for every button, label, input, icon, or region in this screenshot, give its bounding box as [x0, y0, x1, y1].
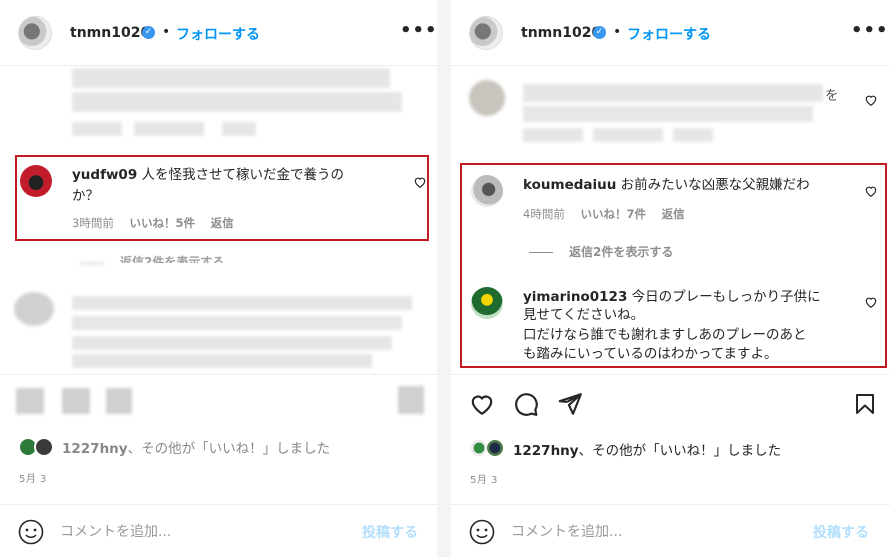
- commenter-avatar[interactable]: [471, 287, 503, 319]
- separator-dot: •: [613, 24, 622, 40]
- post-date: 5月 3: [19, 474, 47, 485]
- blurred-text: [72, 122, 122, 136]
- like-comment-heart-icon[interactable]: [413, 175, 427, 189]
- likes-summary: 1227hny、その他が「いいね！」しました: [513, 439, 781, 459]
- blurred-comment-icon: [62, 388, 90, 414]
- post-header: tnmn1020 ✓ • フォローする •••: [451, 0, 890, 66]
- reply-button[interactable]: 返信: [662, 207, 685, 221]
- blurred-avatar: [469, 80, 505, 116]
- likes-username[interactable]: 1227hny: [62, 441, 128, 457]
- blurred-like-icon: [16, 388, 44, 414]
- likes-summary: 1227hny、その他が「いいね！」しました: [62, 437, 330, 457]
- author-username[interactable]: tnmn1020: [521, 25, 601, 41]
- blurred-text: [72, 92, 402, 112]
- like-comment-heart-icon[interactable]: [864, 184, 878, 198]
- comment-meta: 3時間前 いいね！5件 返信: [72, 215, 246, 231]
- comment-likes[interactable]: いいね！7件: [580, 207, 646, 221]
- blurred-text: [673, 128, 713, 142]
- like-comment-heart-icon[interactable]: [864, 93, 878, 107]
- comment-bar: 投稿する: [0, 504, 437, 557]
- post-header: tnmn1020 ✓ • フォローする •••: [0, 0, 437, 66]
- blurred-text: [72, 296, 412, 310]
- blurred-text: [523, 84, 823, 102]
- view-replies-partial[interactable]: 返信2件を表示する: [120, 253, 224, 263]
- comment-text-line2: 見せてくださいね。: [523, 307, 645, 323]
- comment-input[interactable]: [511, 521, 791, 543]
- comment-username[interactable]: yudfw09: [72, 167, 137, 183]
- blurred-text: [222, 122, 256, 136]
- comment-text-line3: 口だけなら誰でも謝れますしあのプレーのあと: [523, 327, 807, 343]
- liker-avatar: [34, 437, 54, 457]
- share-send-icon[interactable]: [557, 391, 583, 417]
- blurred-text: [134, 122, 204, 136]
- partial-text: を: [825, 88, 839, 104]
- comment-text-line2: か？: [72, 188, 99, 204]
- like-heart-icon[interactable]: [469, 391, 495, 417]
- comment-meta: 4時間前 いいね！7件 返信: [523, 206, 697, 222]
- emoji-icon[interactable]: [469, 519, 495, 545]
- panel-divider: [437, 0, 451, 557]
- more-options-icon[interactable]: •••: [400, 20, 437, 41]
- action-divider: [0, 374, 437, 375]
- likes-suffix: 、その他が「いいね！」しました: [127, 441, 331, 457]
- follow-button[interactable]: フォローする: [627, 24, 711, 44]
- blurred-save-icon: [398, 386, 424, 414]
- comment-text-line1: 今日のプレーもしっかり子供に: [631, 289, 821, 305]
- comment-time: 4時間前: [523, 207, 565, 221]
- blurred-avatar: [14, 292, 54, 326]
- comment-text: 人を怪我させて稼いだ金で養うの: [141, 167, 345, 183]
- replies-line-icon: [529, 252, 553, 253]
- blurred-text: [593, 128, 663, 142]
- liker-avatar: [485, 438, 505, 458]
- emoji-icon[interactable]: [18, 519, 44, 545]
- action-divider: [451, 374, 890, 375]
- comment-bubble-icon[interactable]: [513, 391, 539, 417]
- post-panel-left: tnmn1020 ✓ • フォローする ••• yudfw09 人を怪我させて稼…: [0, 0, 437, 557]
- blurred-share-icon: [106, 388, 132, 414]
- comment-time: 3時間前: [72, 216, 114, 230]
- like-comment-heart-icon[interactable]: [864, 295, 878, 309]
- blurred-text: [72, 316, 402, 330]
- verified-badge-icon: ✓: [142, 26, 155, 39]
- post-button[interactable]: 投稿する: [813, 522, 869, 542]
- follow-button[interactable]: フォローする: [176, 24, 260, 44]
- comment-input[interactable]: [60, 521, 340, 543]
- comment-body: koumedaiuu お前みたいな凶悪な父親嫌だわ: [523, 175, 853, 195]
- view-replies-label: 返信2件を表示する: [569, 245, 674, 259]
- comment-username[interactable]: koumedaiuu: [523, 177, 616, 193]
- blurred-text: [72, 354, 372, 368]
- blurred-line: [80, 262, 104, 265]
- likes-suffix: 、その他が「いいね！」しました: [578, 443, 782, 459]
- author-avatar[interactable]: [469, 16, 503, 50]
- commenter-avatar[interactable]: [20, 165, 52, 197]
- separator-dot: •: [162, 24, 171, 40]
- save-bookmark-icon[interactable]: [853, 391, 877, 417]
- comment-body: yudfw09 人を怪我させて稼いだ金で養うの: [72, 165, 382, 185]
- likes-username[interactable]: 1227hny: [513, 443, 579, 459]
- verified-badge-icon: ✓: [593, 26, 606, 39]
- comment-bar: 投稿する: [451, 504, 890, 557]
- more-options-icon[interactable]: •••: [851, 20, 889, 41]
- comment-username[interactable]: yimarino0123: [523, 289, 627, 305]
- blurred-text: [72, 336, 392, 350]
- comment-text: お前みたいな凶悪な父親嫌だわ: [620, 177, 810, 193]
- post-button[interactable]: 投稿する: [362, 522, 418, 542]
- post-panel-right: tnmn1020 ✓ • フォローする ••• を koumedaiuu お前み…: [451, 0, 890, 557]
- comment-likes[interactable]: いいね！5件: [129, 216, 195, 230]
- blurred-text: [523, 128, 583, 142]
- view-replies-button[interactable]: 返信2件を表示する: [529, 243, 673, 260]
- author-username[interactable]: tnmn1020: [70, 25, 150, 41]
- blurred-text: [523, 106, 813, 122]
- author-avatar[interactable]: [18, 16, 52, 50]
- comment-text-line4: も踏みにいっているのはわかってますよ。: [523, 346, 778, 362]
- blurred-text: [72, 68, 390, 88]
- comment-body: yimarino0123 今日のプレーもしっかり子供に: [523, 287, 863, 307]
- commenter-avatar[interactable]: [471, 175, 503, 207]
- post-date: 5月 3: [470, 475, 498, 486]
- reply-button[interactable]: 返信: [211, 216, 234, 230]
